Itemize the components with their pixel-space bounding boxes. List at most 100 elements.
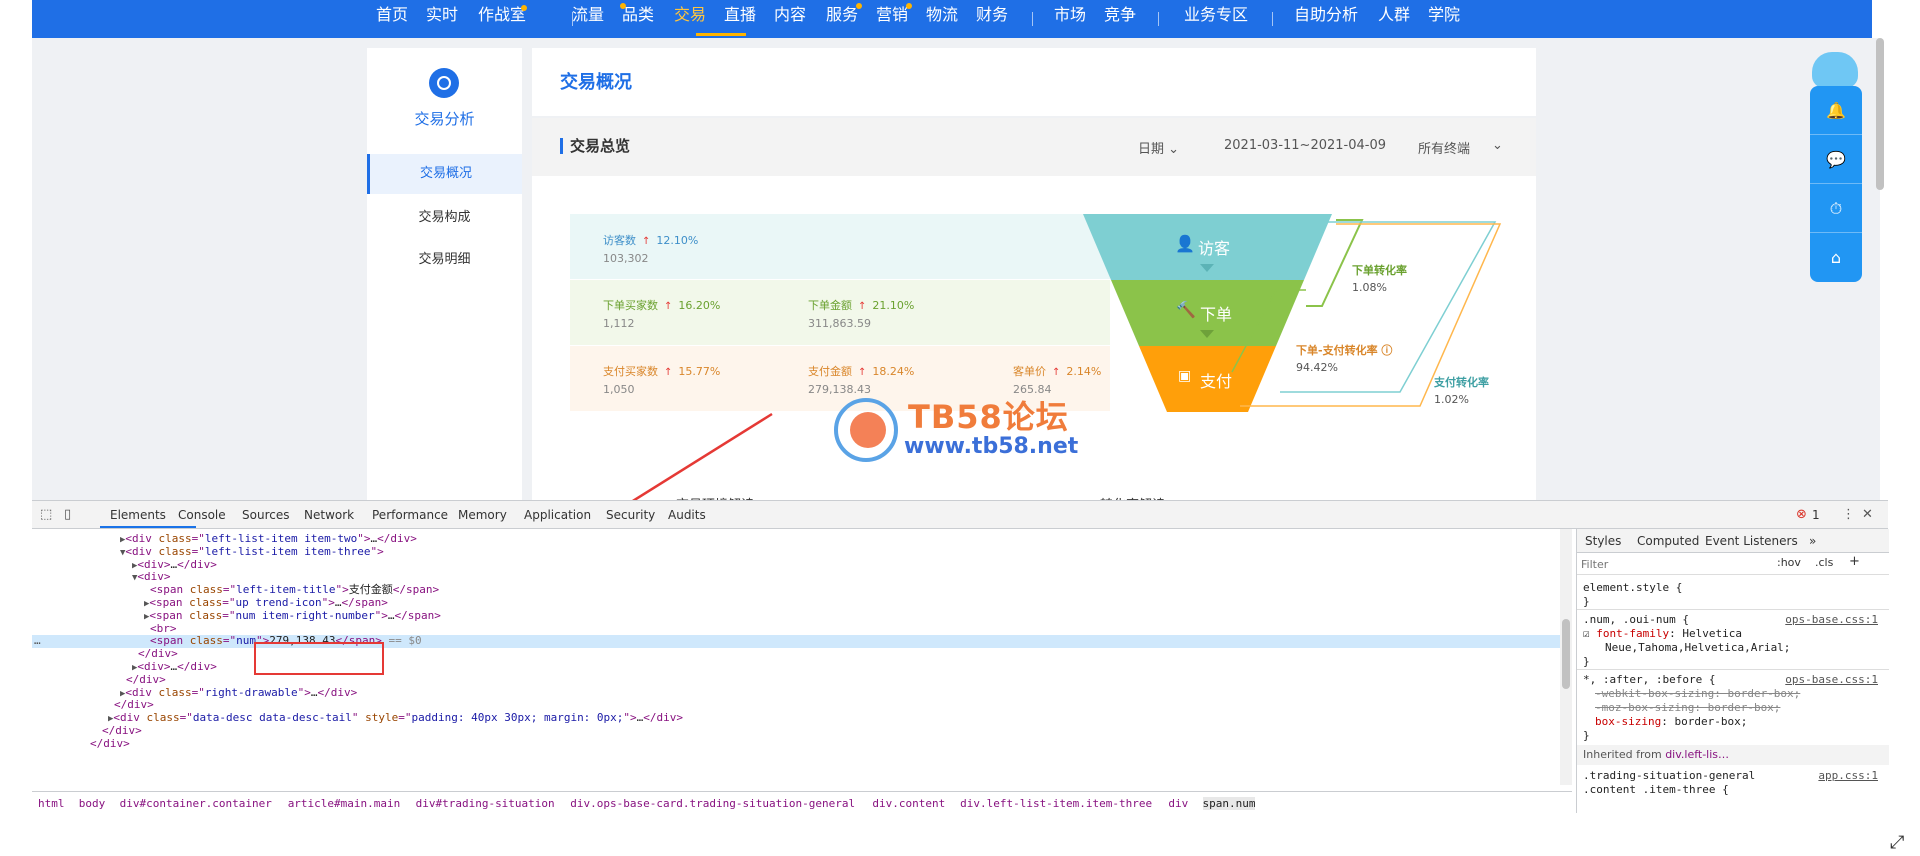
help-icon[interactable]: ⓘ: [1381, 344, 1392, 357]
cls-toggle[interactable]: .cls: [1815, 556, 1833, 569]
order-pay-conv-label: 下单-支付转化率 ⓘ: [1296, 342, 1392, 358]
breadcrumb-item[interactable]: body: [79, 797, 106, 810]
dom-scrollbar-thumb[interactable]: [1562, 619, 1570, 689]
breadcrumb-item[interactable]: span.num: [1202, 797, 1256, 810]
breadcrumb-item[interactable]: article#main.main: [288, 797, 401, 810]
devtools-tab-memory[interactable]: Memory: [458, 508, 507, 522]
screenshot-root: 首页 实时 作战室 流量 品类 交易 直播 内容 服务 营销 物流 财务 市场 …: [0, 0, 1920, 856]
after-rule-source-link[interactable]: ops-base.css:1: [1785, 673, 1878, 686]
watermark-title: TB58论坛: [908, 398, 1069, 436]
dom-breadcrumb: html body div#container.container article#m…: [32, 791, 1572, 813]
pay-conv-value: 1.02%: [1434, 393, 1469, 406]
hov-toggle[interactable]: :hov: [1777, 556, 1801, 569]
devtools-tab-elements[interactable]: Elements: [110, 508, 166, 522]
rule-close-brace: }: [1583, 595, 1590, 608]
error-count[interactable]: 1: [1812, 508, 1820, 522]
add-rule-icon[interactable]: +: [1849, 554, 1860, 569]
inspect-icon[interactable]: ⬚: [40, 507, 52, 522]
general-rule-selector: .trading-situation-general: [1583, 769, 1756, 782]
breadcrumb-item[interactable]: div.content: [872, 797, 945, 810]
checkbox-icon[interactable]: ☑: [1583, 627, 1590, 640]
font-family-value: : Helvetica: [1669, 627, 1742, 640]
styles-filter-input[interactable]: [1581, 556, 1761, 572]
order-conversion: 下单转化率 1.08%: [1352, 262, 1407, 294]
chat-icon[interactable]: 💬: [1810, 135, 1862, 184]
styles-tab-more[interactable]: »: [1809, 534, 1816, 548]
wallet-icon: ▣: [1178, 368, 1192, 384]
styles-tab-styles[interactable]: Styles: [1585, 534, 1621, 548]
devtools-tab-audits[interactable]: Audits: [668, 508, 706, 522]
breadcrumb-item[interactable]: html: [38, 797, 65, 810]
devtools-active-tab-underline: [100, 526, 196, 528]
device-toolbar-icon[interactable]: ▯: [64, 507, 71, 522]
devtools-tab-network[interactable]: Network: [304, 508, 354, 522]
font-family-value-cont: Neue,Tahoma,Helvetica,Arial;: [1605, 641, 1791, 654]
dom-line[interactable]: ▶<div class="data-desc data-desc-tail" s…: [32, 711, 1572, 725]
rule-close-brace: }: [1583, 729, 1590, 742]
dom-line[interactable]: </div>: [32, 737, 1572, 751]
breadcrumb-item[interactable]: div#container.container: [120, 797, 272, 810]
funnel-order-label: 下单: [1200, 305, 1233, 324]
devtools-tab-bar: ⬚ ▯ Elements Console Sources Network Per…: [32, 501, 1888, 529]
inherited-label: Inherited from: [1583, 748, 1662, 761]
box-sizing-value: : border-box;: [1661, 715, 1748, 728]
more-options-icon[interactable]: ⋮: [1842, 507, 1855, 522]
order-conv-label: 下单转化率: [1352, 264, 1407, 277]
moz-box-sizing-overridden: -moz-box-sizing: border-box;: [1595, 701, 1781, 714]
devtools-tab-console[interactable]: Console: [178, 508, 226, 522]
styles-filter-bar: :hov .cls +: [1577, 553, 1889, 575]
styles-tab-bar: Styles Computed Event Listeners »: [1577, 529, 1889, 553]
after-rule-selector: *, :after, :before {: [1583, 673, 1716, 686]
dom-line[interactable]: ▶<span class="num item-right-number">…</…: [32, 609, 1572, 623]
error-icon[interactable]: ⊗: [1796, 507, 1807, 522]
box-sizing-declaration: box-sizing: border-box;: [1595, 715, 1747, 728]
breadcrumb-item[interactable]: div.left-list-item.item-three: [960, 797, 1152, 810]
num-rule-selector: .num, .oui-num {: [1583, 613, 1689, 626]
mascot-icon[interactable]: [1812, 52, 1858, 88]
inherited-from-header: Inherited from div.left-lis…: [1577, 745, 1889, 765]
styles-tab-computed[interactable]: Computed: [1637, 534, 1699, 548]
bell-icon[interactable]: 🔔: [1810, 86, 1862, 135]
page-scrollbar-thumb[interactable]: [1876, 38, 1884, 190]
box-sizing-prop: box-sizing: [1595, 715, 1662, 728]
webkit-box-sizing-overridden: -webkit-box-sizing: border-box;: [1595, 687, 1801, 700]
dom-line[interactable]: ▼<div class="left-list-item item-three">: [32, 545, 1572, 559]
hammer-icon: 🔨: [1176, 300, 1196, 319]
breadcrumb-item[interactable]: div.ops-base-card.trading-situation-gene…: [570, 797, 855, 810]
order-pay-conv-text: 下单-支付转化率: [1296, 344, 1378, 357]
user-icon: 👤: [1175, 234, 1195, 253]
breadcrumb-item[interactable]: div#trading-situation: [416, 797, 555, 810]
highlight-box: [254, 642, 384, 675]
order-pay-conversion: 下单-支付转化率 ⓘ 94.42%: [1296, 342, 1392, 374]
font-family-declaration: ☑ font-family: Helvetica: [1583, 627, 1742, 640]
num-rule-source-link[interactable]: ops-base.css:1: [1785, 613, 1878, 626]
watermark-url: www.tb58.net: [904, 434, 1079, 459]
dom-line[interactable]: ▶<div>…</div>: [32, 558, 1572, 572]
order-pay-conv-value: 94.42%: [1296, 361, 1338, 374]
more-dots-icon[interactable]: …: [34, 635, 41, 648]
dom-line[interactable]: </div>: [32, 724, 1572, 738]
rule-separator: [1577, 669, 1889, 670]
devtools-tab-sources[interactable]: Sources: [242, 508, 289, 522]
devtools-tab-security[interactable]: Security: [606, 508, 655, 522]
order-conv-value: 1.08%: [1352, 281, 1387, 294]
rule-close-brace: }: [1583, 655, 1590, 668]
clock-icon[interactable]: ⏱: [1810, 184, 1862, 233]
devtools-tab-application[interactable]: Application: [524, 508, 591, 522]
pay-conv-label: 支付转化率: [1434, 376, 1489, 389]
styles-pane: Styles Computed Event Listeners » :hov .…: [1576, 529, 1889, 813]
inherited-from-element[interactable]: div.left-lis…: [1665, 748, 1729, 761]
funnel-visitor-label: 访客: [1198, 239, 1231, 258]
pay-conversion: 支付转化率 1.02%: [1434, 374, 1489, 406]
dom-scrollbar[interactable]: [1560, 529, 1572, 785]
styles-tab-event-listeners[interactable]: Event Listeners: [1705, 534, 1798, 548]
watermark-hand-icon: [850, 412, 886, 448]
home-icon[interactable]: ⌂: [1810, 233, 1862, 282]
resize-icon[interactable]: ⤢: [1890, 832, 1904, 853]
dom-line[interactable]: ▶<div class="right-drawable">…</div>: [32, 686, 1572, 700]
breadcrumb-item[interactable]: div: [1168, 797, 1188, 810]
close-icon[interactable]: ✕: [1862, 507, 1873, 522]
general-rule-selector-cont: .content .item-three {: [1583, 783, 1729, 796]
general-rule-source-link[interactable]: app.css:1: [1818, 769, 1878, 782]
devtools-tab-performance[interactable]: Performance: [372, 508, 448, 522]
